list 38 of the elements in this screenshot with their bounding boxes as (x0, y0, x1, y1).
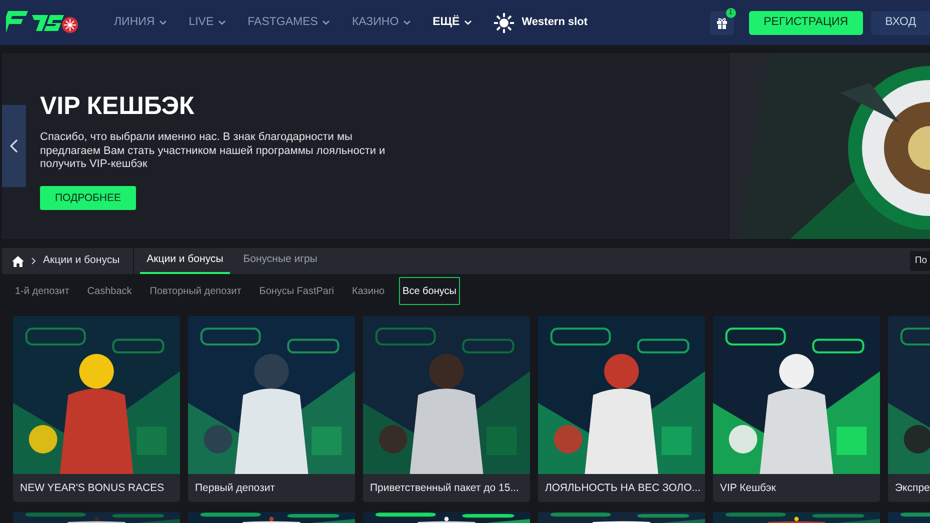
filter-tab[interactable]: Все бонусы (398, 277, 460, 305)
filter-tab[interactable]: Cashback (83, 277, 136, 305)
promo-card[interactable]: ЛОЯЛЬНОСТЬ НА ВЕС ЗОЛО... (538, 316, 705, 502)
login-button[interactable]: ВХОД (871, 10, 930, 34)
card-title: Первый депозит (194, 481, 276, 496)
tab[interactable]: Акции и бонусы (140, 248, 230, 274)
banner-title: VIP КЕШБЭК (40, 91, 196, 121)
promo-card[interactable]: Экспре (888, 316, 930, 502)
register-button[interactable]: РЕГИСТРАЦИЯ (748, 10, 864, 34)
nav-menu-item[interactable]: LIVE (188, 14, 226, 32)
gift-icon (716, 16, 728, 28)
promo-card[interactable]: Приветственный пакет до 15... (363, 316, 530, 502)
card-title: Экспре (894, 481, 930, 496)
nav-menu-item[interactable]: КАЗИНО (352, 14, 411, 32)
card-title: VIP Кешбэк (719, 481, 777, 496)
banner-text: Спасибо, что выбрали именно нас. В знак благодарности мы предлагаем Вам стать участником нашей программы лояльности и получить VIP-кешбэк (40, 131, 386, 172)
chevron-right-icon (31, 257, 36, 265)
filter-tab[interactable]: Бонусы FastPari (255, 277, 338, 305)
card-title: Приветственный пакет до 15... (369, 481, 520, 496)
breadcrumb-item: Акции и бонусы (43, 253, 120, 268)
filter-tab[interactable]: Повторный депозит (146, 277, 246, 305)
card-title: NEW YEAR'S BONUS RACES (19, 481, 166, 496)
nav-menu-item[interactable]: ЛИНИЯ (114, 14, 167, 32)
card-title: ЛОЯЛЬНОСТЬ НА ВЕС ЗОЛО... (544, 481, 702, 496)
tab[interactable]: Бонусные игры (236, 248, 324, 274)
more-button[interactable]: ПОДРОБНЕЕ (40, 186, 136, 210)
promo-card[interactable]: Первый депозит (188, 316, 355, 502)
home-icon[interactable] (12, 256, 24, 266)
nav-menu-item[interactable]: ЕЩЁ (432, 14, 472, 32)
chevron-left-icon (10, 139, 18, 153)
filter-tab[interactable]: 1-й депозит (11, 277, 74, 305)
promo-card[interactable]: VIP Кешбэк (713, 316, 880, 502)
filter-tab[interactable]: Казино (348, 277, 389, 305)
cut-button[interactable]: По (910, 251, 930, 271)
promo-card[interactable]: NEW YEAR'S BONUS RACES (13, 316, 180, 502)
promo-link[interactable]: Western slot (522, 14, 588, 31)
sun-icon[interactable] (494, 12, 514, 32)
nav-menu-item[interactable]: FASTGAMES (248, 14, 330, 32)
